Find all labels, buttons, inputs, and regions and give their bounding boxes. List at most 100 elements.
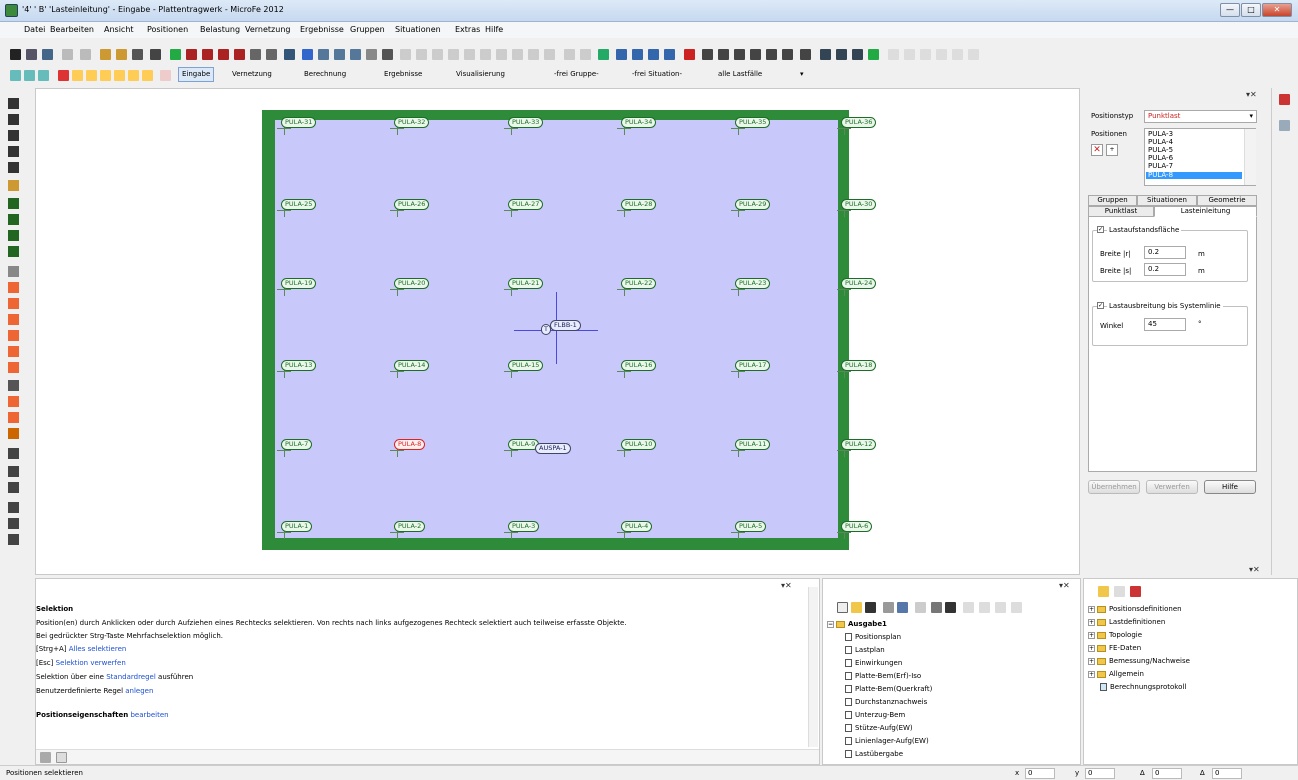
add-icon[interactable] [979, 602, 990, 613]
point-support-icon[interactable] [8, 246, 19, 257]
lastausbreitung-checkbox[interactable]: ✓ [1097, 302, 1104, 309]
snap-center-icon[interactable] [648, 49, 659, 60]
point-load-label[interactable]: PULA-15 [508, 360, 544, 371]
section-icon[interactable] [8, 380, 19, 391]
result-icon[interactable] [8, 482, 19, 493]
uebernehmen-button[interactable]: Übernehmen [1088, 480, 1140, 494]
line-icon[interactable] [400, 49, 411, 60]
node-2-icon[interactable] [86, 70, 97, 81]
hatch-icon[interactable] [782, 49, 793, 60]
misc-6-icon[interactable] [968, 49, 979, 60]
standard-rule-link[interactable]: Standardregel [106, 673, 156, 681]
list-item[interactable]: Stütze-Aufg(EW) [845, 724, 913, 732]
create-rule-link[interactable]: anlegen [125, 687, 153, 695]
point-load-label[interactable]: PULA-23 [735, 278, 771, 289]
open-icon[interactable] [851, 602, 862, 613]
info-icon[interactable] [8, 502, 19, 513]
check-icon[interactable] [995, 602, 1006, 613]
point-load-label[interactable]: PULA-3 [508, 521, 540, 532]
point-load-label[interactable]: PULA-2 [394, 521, 426, 532]
snap-end-icon[interactable] [616, 49, 627, 60]
measure-tool-icon[interactable] [8, 518, 19, 529]
point-load-label[interactable]: PULA-36 [841, 117, 877, 128]
point-load-label[interactable]: PULA-11 [735, 439, 771, 450]
point-load-label[interactable]: PULA-26 [394, 199, 430, 210]
reinforcement-icon[interactable] [8, 466, 19, 477]
dimension-icon[interactable] [250, 49, 261, 60]
positions-listbox[interactable]: PULA-3 PULA-4 PULA-5 PULA-6 PULA-7 PULA-… [1144, 128, 1256, 186]
snap-icon[interactable] [598, 49, 609, 60]
area-load-icon[interactable] [8, 266, 19, 277]
view-side-icon[interactable] [350, 49, 361, 60]
line-support-icon[interactable] [8, 214, 19, 225]
draw-rect-icon[interactable] [718, 49, 729, 60]
point-load-label[interactable]: PULA-6 [841, 521, 873, 532]
tab-gruppen[interactable]: Gruppen [1088, 195, 1137, 206]
point-load-label[interactable]: PULA-21 [508, 278, 544, 289]
draw-arc-icon[interactable] [750, 49, 761, 60]
breite-r-input[interactable]: 0.2 [1144, 246, 1186, 259]
temp-load-icon[interactable] [8, 330, 19, 341]
tree-item[interactable]: + FE-Daten [1088, 644, 1141, 652]
point-load-label[interactable]: PULA-19 [281, 278, 317, 289]
view-tab-icon[interactable] [1114, 586, 1125, 597]
property-icon[interactable] [160, 70, 171, 81]
text-icon[interactable] [266, 49, 277, 60]
zoom-all-icon[interactable] [218, 49, 229, 60]
new-icon[interactable] [837, 602, 848, 613]
mode-vernetzung-button[interactable]: Vernetzung [228, 67, 276, 82]
snap-mid-icon[interactable] [632, 49, 643, 60]
point-load-label[interactable]: PULA-7 [281, 439, 313, 450]
winkel-input[interactable]: 45 [1144, 318, 1186, 331]
select-icon[interactable] [10, 70, 21, 81]
tree-item[interactable]: + Positionsdefinitionen [1088, 605, 1182, 613]
positionstyp-select[interactable]: Punktlast ▾ [1144, 110, 1257, 123]
point-load-label[interactable]: PULA-4 [621, 521, 653, 532]
point-load-label[interactable]: PULA-22 [621, 278, 657, 289]
save-icon[interactable] [865, 602, 876, 613]
cursor-tab-icon[interactable] [1279, 120, 1290, 131]
trim-icon[interactable] [528, 49, 539, 60]
misc-5-icon[interactable] [952, 49, 963, 60]
zoom-icon[interactable] [170, 49, 181, 60]
list-item[interactable]: Linienlager-Aufg(EW) [845, 737, 929, 745]
point-load-label[interactable]: PULA-34 [621, 117, 657, 128]
tab-info-icon[interactable] [40, 752, 51, 763]
cut-icon[interactable] [100, 49, 111, 60]
mode-ergebnisse-button[interactable]: Ergebnisse [380, 67, 426, 82]
selection-scrollbar[interactable] [808, 587, 818, 747]
node-5-icon[interactable] [128, 70, 139, 81]
point-load-label[interactable]: PULA-20 [394, 278, 430, 289]
point-load-label[interactable]: PULA-5 [735, 521, 767, 532]
tree-item[interactable]: + Bemessung/Nachweise [1088, 657, 1190, 665]
tree-item[interactable]: Berechnungsprotokoll [1100, 683, 1186, 691]
point-load-label[interactable]: PULA-35 [735, 117, 771, 128]
point-load-label[interactable]: PULA-29 [735, 199, 771, 210]
print-icon[interactable] [26, 49, 37, 60]
redo-icon[interactable] [80, 49, 91, 60]
menu-hilfe[interactable]: Hilfe [485, 25, 503, 34]
menu-belastung[interactable]: Belastung [200, 25, 240, 34]
point-load-label[interactable]: PULA-14 [394, 360, 430, 371]
moment-load-icon[interactable] [8, 346, 19, 357]
point-load-label[interactable]: PULA-27 [508, 199, 544, 210]
draw-line-icon[interactable] [702, 49, 713, 60]
structure-tab-icon[interactable] [1130, 586, 1141, 597]
snap-intersect-icon[interactable] [664, 49, 675, 60]
tab-punktlast[interactable]: Punktlast [1088, 206, 1154, 217]
design-icon[interactable] [8, 448, 19, 459]
offset-icon[interactable] [512, 49, 523, 60]
menu-situationen[interactable]: Situationen [395, 25, 441, 34]
node-4-icon[interactable] [114, 70, 125, 81]
point-load-icon[interactable] [8, 282, 19, 293]
zoom-in-icon[interactable] [186, 49, 197, 60]
pin-icon[interactable]: ▾✕ [781, 581, 792, 590]
rotate-icon[interactable] [580, 49, 591, 60]
spring-icon[interactable] [8, 230, 19, 241]
remove-position-button[interactable]: ✕ [1091, 144, 1103, 156]
list-item[interactable]: Platte-Bem(Querkraft) [845, 685, 932, 693]
point-load-label[interactable]: PULA-30 [841, 199, 877, 210]
point-load-label[interactable]: PULA-16 [621, 360, 657, 371]
punching-icon[interactable] [8, 428, 19, 439]
minimize-button[interactable]: — [1220, 3, 1240, 17]
